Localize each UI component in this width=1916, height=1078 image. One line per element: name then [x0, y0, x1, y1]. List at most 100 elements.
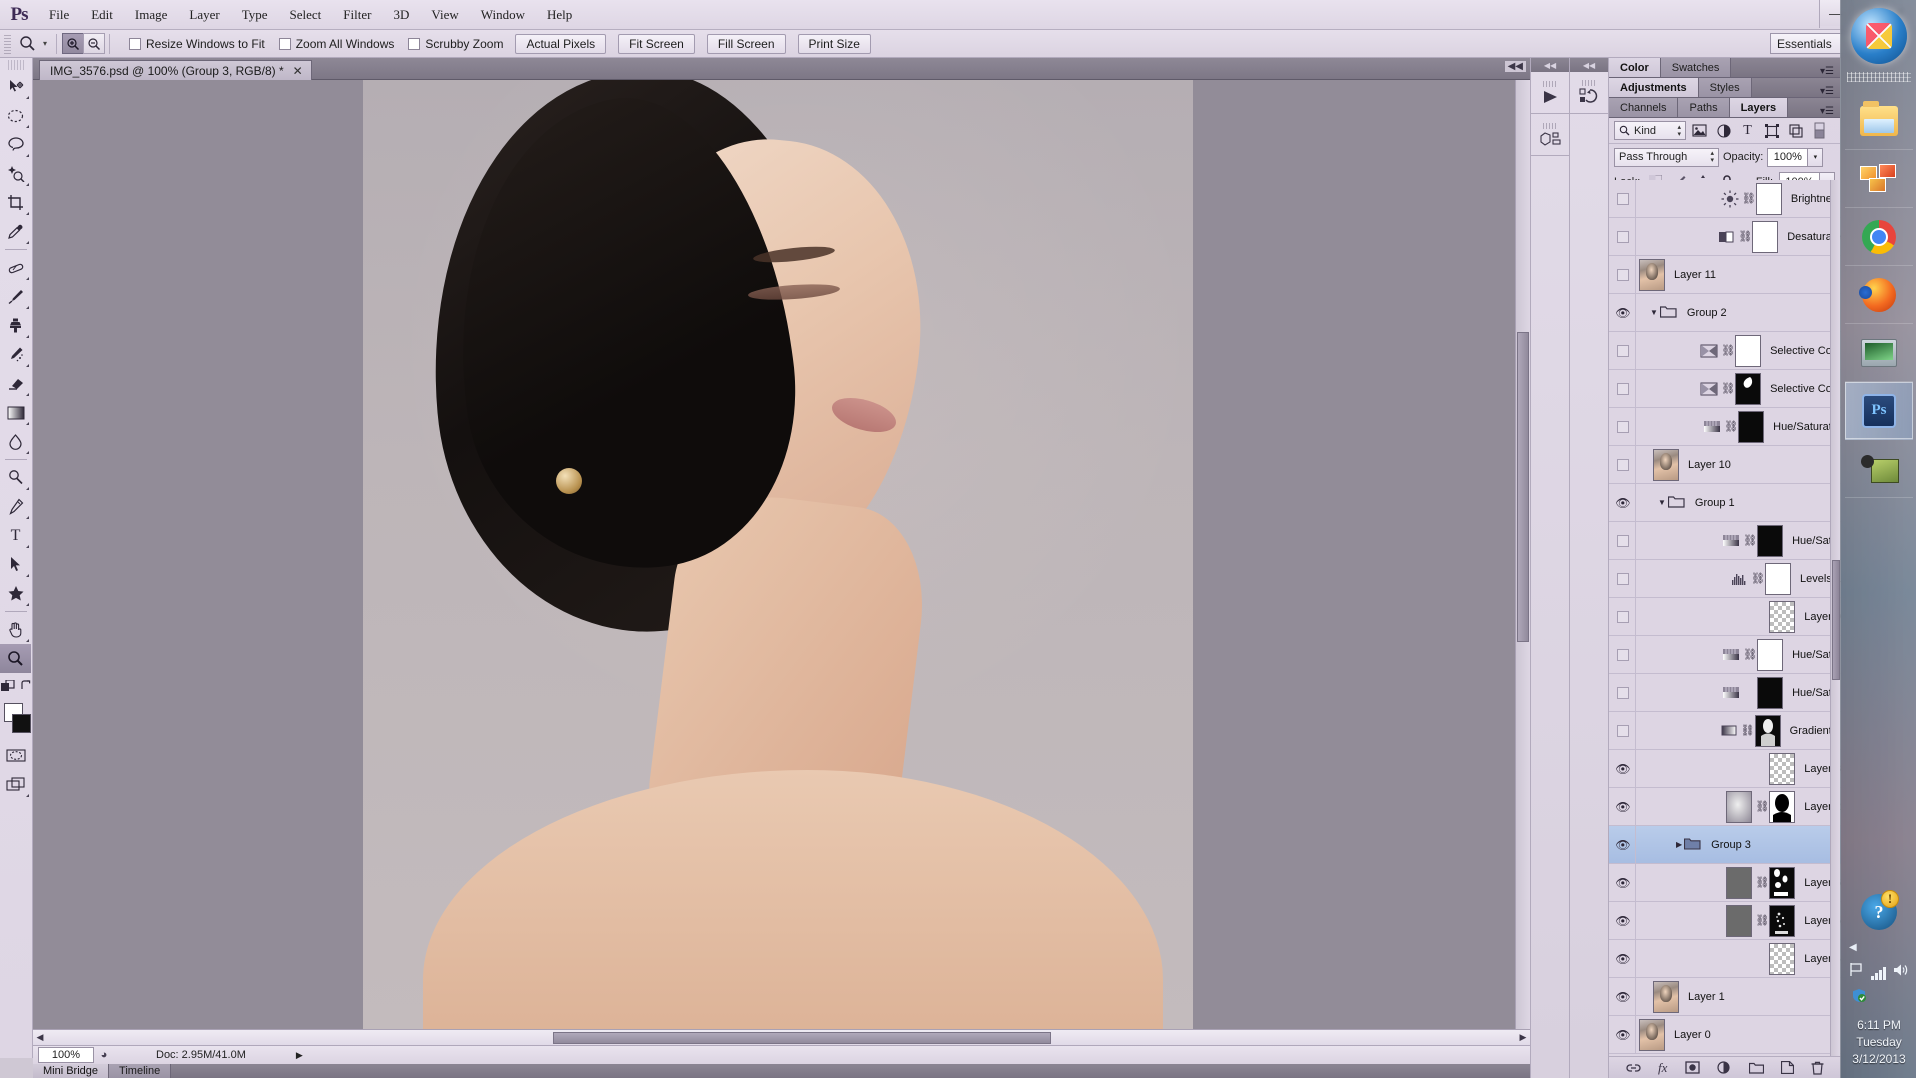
tab-mini-bridge[interactable]: Mini Bridge	[33, 1064, 110, 1078]
layer-visibility-toggle[interactable]: 👁	[1611, 876, 1635, 890]
taskbar-clock[interactable]: 6:11 PM Tuesday 3/12/2013	[1841, 1017, 1916, 1068]
taskbar-grip[interactable]	[1847, 72, 1911, 82]
menu-3d[interactable]: 3D	[382, 3, 420, 27]
blend-mode-select[interactable]: Pass Through ▴ ▾	[1614, 147, 1719, 167]
table-row[interactable]: 👁 Layer 3	[1609, 749, 1841, 788]
fx-icon[interactable]: fx	[1658, 1060, 1667, 1076]
status-popup-icon[interactable]: ◕	[94, 1049, 114, 1061]
scroll-right-arrow-icon[interactable]: ▶	[1516, 1032, 1530, 1043]
chevron-down-icon[interactable]: ▼	[1650, 308, 1658, 317]
checkbox-box[interactable]	[129, 37, 141, 50]
canvas-horizontal-scrollbar[interactable]: ◀ ▶	[33, 1029, 1530, 1045]
rail-grip[interactable]	[1582, 79, 1596, 86]
menu-view[interactable]: View	[420, 3, 469, 27]
eraser-tool[interactable]	[0, 369, 31, 398]
link-mask-icon[interactable]: ⛓	[1741, 724, 1755, 737]
collapse-panels-icon[interactable]: ◀◀	[1504, 61, 1526, 72]
link-layers-icon[interactable]	[1626, 1062, 1641, 1074]
table-row[interactable]: ⛓ Selective Co...	[1609, 331, 1841, 370]
menu-image[interactable]: Image	[124, 3, 178, 27]
layer-mask-thumbnail[interactable]	[1765, 562, 1792, 595]
brush-tool[interactable]	[0, 282, 31, 311]
canvas-vertical-scrollbar[interactable]	[1515, 80, 1530, 1045]
table-row[interactable]: ⛓ Brightne...	[1609, 180, 1841, 218]
quick-mask-preview-icon[interactable]	[0, 678, 15, 695]
rail-collapse-button[interactable]: ◀◀	[1570, 58, 1608, 72]
eye-off-icon[interactable]	[1617, 648, 1629, 661]
pen-tool[interactable]	[0, 492, 31, 521]
menu-select[interactable]: Select	[279, 3, 333, 27]
quick-selection-tool[interactable]	[0, 159, 31, 188]
table-row[interactable]: ⛓ Selective Co...	[1609, 369, 1841, 408]
background-color-swatch[interactable]	[12, 714, 31, 733]
fill-screen-button[interactable]: Fill Screen	[706, 33, 786, 54]
link-mask-icon[interactable]: ⛓	[1742, 192, 1756, 205]
layer-visibility-toggle[interactable]	[1611, 724, 1635, 737]
menu-layer[interactable]: Layer	[178, 3, 230, 27]
opacity-input[interactable]: 100%	[1767, 147, 1809, 167]
layer-thumbnail[interactable]	[1653, 980, 1679, 1013]
layer-name[interactable]: Layer 1	[1688, 991, 1725, 1003]
eye-icon[interactable]: 👁	[1615, 1028, 1630, 1042]
dodge-tool[interactable]	[0, 463, 31, 492]
menu-file[interactable]: File	[38, 3, 80, 27]
delete-layer-icon[interactable]	[1811, 1061, 1824, 1075]
chevron-updown-icon[interactable]: ▴ ▾	[1710, 150, 1714, 164]
black-and-white-icon[interactable]	[1715, 226, 1737, 248]
chevron-updown-icon[interactable]: ▴ ▾	[1677, 124, 1681, 138]
layer-visibility-toggle[interactable]	[1611, 572, 1635, 585]
selective-color-icon[interactable]	[1698, 378, 1720, 400]
gradient-map-icon[interactable]	[1718, 720, 1740, 742]
panel-menu-icon[interactable]: ▾☰	[1814, 86, 1840, 97]
layer-thumbnail[interactable]	[1639, 258, 1665, 291]
menu-filter[interactable]: Filter	[332, 3, 382, 27]
taskbar-item-adobe-photoshop[interactable]: Ps	[1845, 382, 1913, 440]
table-row[interactable]: 👁 Layer 1	[1609, 977, 1841, 1016]
tab-adjustments[interactable]: Adjustments	[1609, 78, 1699, 97]
taskbar-item-photo-gallery[interactable]	[1845, 150, 1913, 208]
action-center-flag-icon[interactable]	[1849, 962, 1864, 980]
layer-thumbnail[interactable]	[1726, 790, 1753, 823]
resize-windows-to-fit-checkbox[interactable]: Resize Windows to Fit	[129, 37, 265, 51]
layer-visibility-toggle[interactable]: 👁	[1611, 1028, 1635, 1042]
swap-colors-icon[interactable]	[20, 680, 32, 694]
zoom-in-button[interactable]	[62, 33, 84, 54]
options-bar-grip[interactable]	[4, 33, 11, 54]
layer-visibility-toggle[interactable]: 👁	[1611, 952, 1635, 966]
layer-mask-thumbnail[interactable]	[1735, 334, 1762, 367]
layer-name[interactable]: Group 1	[1695, 497, 1735, 509]
crop-tool[interactable]	[0, 188, 31, 217]
zoom-tool[interactable]	[0, 644, 31, 673]
layer-mask-thumbnail[interactable]	[1752, 220, 1779, 253]
hue-saturation-icon[interactable]	[1720, 682, 1742, 704]
layer-visibility-toggle[interactable]: 👁	[1611, 306, 1635, 320]
link-mask-icon[interactable]: ⛓	[1721, 344, 1735, 357]
layer-name[interactable]: Layer 11	[1674, 269, 1716, 281]
clone-stamp-tool[interactable]	[0, 311, 31, 340]
chevron-right-icon[interactable]: ▶	[1676, 840, 1682, 849]
taskbar-item-media-center[interactable]	[1845, 324, 1913, 382]
layer-visibility-toggle[interactable]	[1611, 686, 1635, 699]
scrubby-zoom-checkbox[interactable]: Scrubby Zoom	[408, 37, 503, 51]
layer-visibility-toggle[interactable]: 👁	[1611, 914, 1635, 928]
eye-off-icon[interactable]	[1617, 192, 1629, 205]
scrollbar-thumb[interactable]	[1832, 560, 1840, 680]
layer-mask-thumbnail[interactable]	[1735, 372, 1762, 405]
link-mask-icon[interactable]: ⛓	[1724, 420, 1738, 433]
eye-icon[interactable]: 👁	[1615, 952, 1630, 966]
history-brush-tool[interactable]	[0, 340, 31, 369]
layer-thumbnail[interactable]	[1726, 866, 1753, 899]
tab-color[interactable]: Color	[1609, 58, 1661, 77]
layer-mask-thumbnail[interactable]	[1757, 676, 1784, 709]
table-row[interactable]: ⛓ Hue/Sat...	[1609, 521, 1841, 560]
zoom-level-input[interactable]: 100%	[38, 1047, 94, 1063]
table-row[interactable]: 👁 ⛓ Layer 2	[1609, 787, 1841, 826]
table-row[interactable]: Hue/Sat...	[1609, 673, 1841, 712]
layer-visibility-toggle[interactable]	[1611, 420, 1635, 433]
status-menu-arrow-icon[interactable]: ▶	[296, 1050, 303, 1061]
layer-visibility-toggle[interactable]	[1611, 344, 1635, 357]
opacity-chevron-down-icon[interactable]: ▾	[1808, 147, 1824, 167]
zoom-tool-icon[interactable]	[15, 33, 39, 55]
blur-tool[interactable]	[0, 427, 31, 456]
layer-list[interactable]: ⛓ Brightne... ⛓ Desaturate Layer 11 👁 ▼ …	[1609, 180, 1841, 1056]
